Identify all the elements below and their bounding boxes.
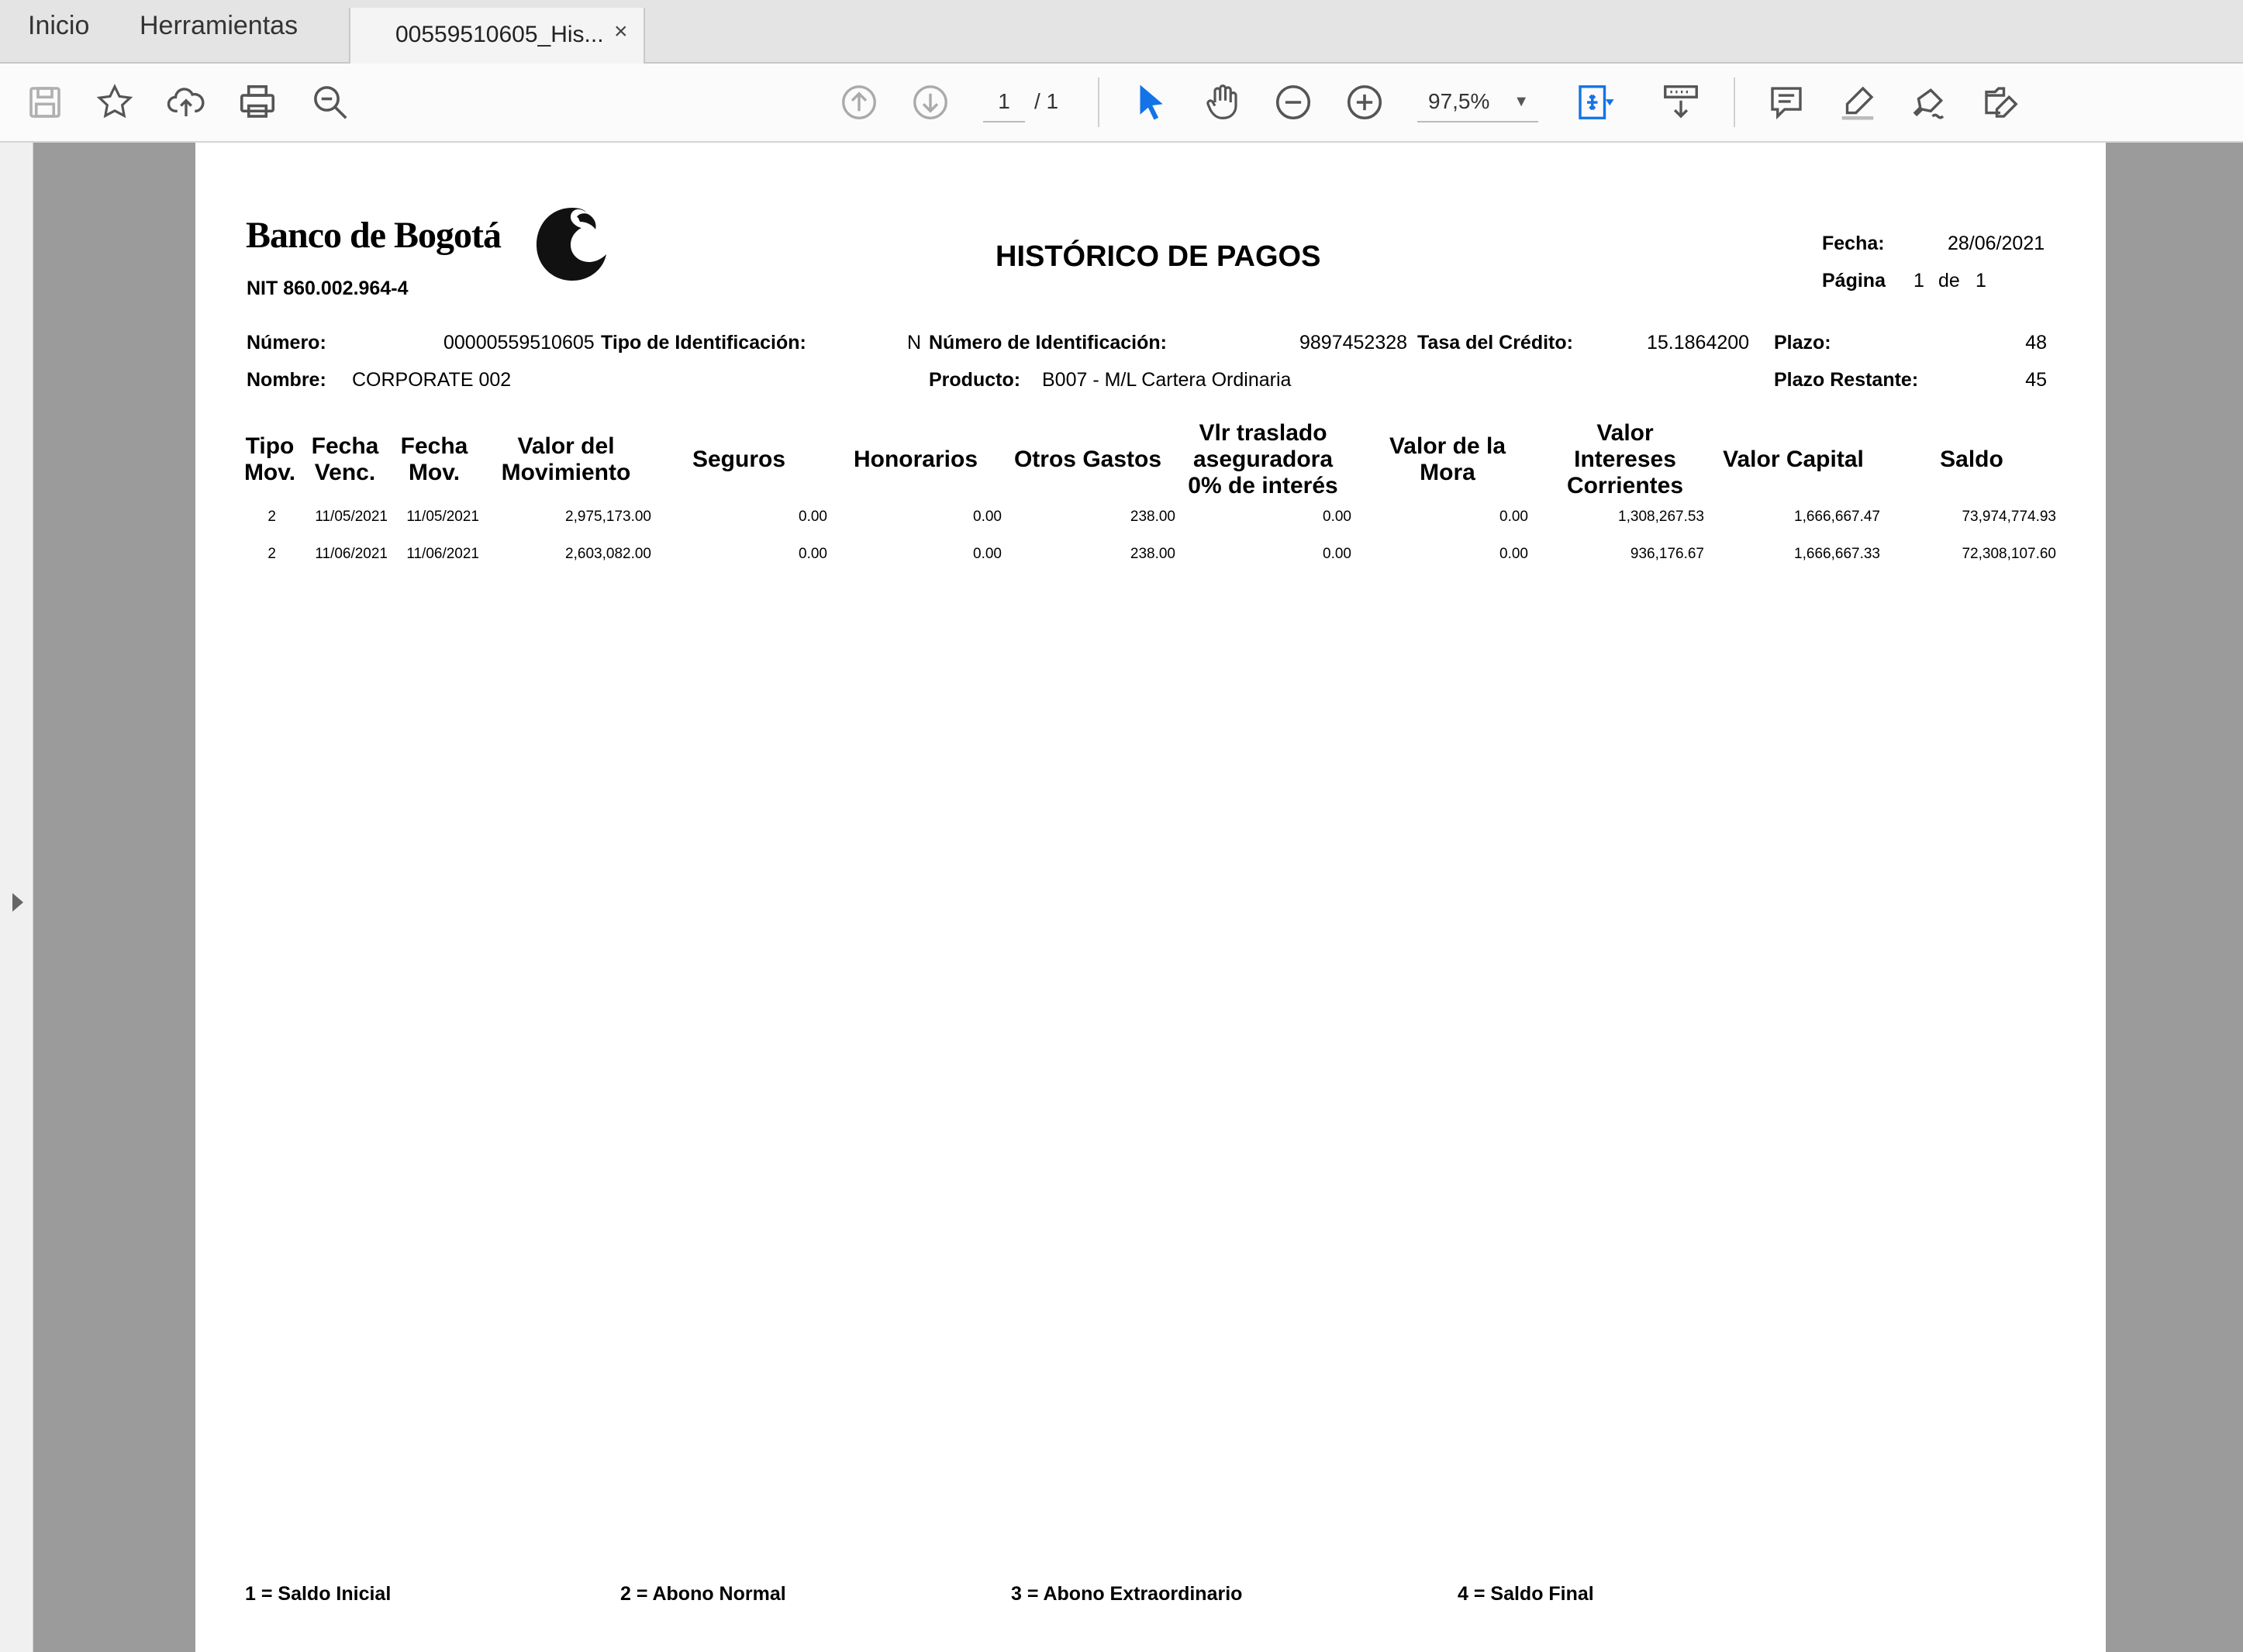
tab-home[interactable]: Inicio — [28, 11, 89, 41]
tab-tools[interactable]: Herramientas — [140, 11, 298, 41]
legend-item: 3 = Abono Extraordinario — [1011, 1583, 1243, 1605]
page-number-input[interactable]: 1 — [983, 82, 1025, 122]
zoom-in-icon[interactable] — [1341, 79, 1388, 126]
edit-icon[interactable] — [1977, 79, 2024, 126]
table-cell: 238.00 — [1130, 509, 1175, 525]
plazo-value: 48 — [2025, 332, 2047, 354]
plazo-restante-label: Plazo Restante: — [1774, 369, 1919, 391]
table-cell: 238.00 — [1130, 546, 1175, 562]
table-cell: 11/06/2021 — [406, 546, 479, 562]
bookmark-star-icon[interactable] — [91, 79, 138, 126]
bank-logo-icon — [537, 208, 606, 281]
find-zoom-icon[interactable] — [307, 79, 354, 126]
toolbar-divider — [1098, 78, 1099, 127]
tasa-value: 15.1864200 — [1647, 332, 1750, 354]
nombre-label: Nombre: — [247, 369, 326, 391]
table-column-header: Fecha Venc. — [311, 433, 379, 485]
table-cell: 2,975,173.00 — [565, 509, 651, 525]
numero-label: Número: — [247, 332, 326, 354]
pagina-total: 1 — [1976, 270, 1986, 291]
table-cell: 0.00 — [1323, 546, 1351, 562]
plazo-restante-value: 45 — [2025, 369, 2047, 391]
table-cell: 0.00 — [1499, 546, 1528, 562]
table-column-header: Seguros — [692, 447, 786, 472]
nombre-value: CORPORATE 002 — [352, 369, 512, 391]
expand-panel-icon[interactable] — [12, 893, 23, 912]
bank-logo-text: Banco de Bogotá — [246, 215, 502, 256]
legend-item: 4 = Saldo Final — [1458, 1583, 1594, 1605]
table-cell: 73,974,774.93 — [1962, 509, 2056, 525]
highlight-icon[interactable] — [1834, 79, 1881, 126]
table-cell: 0.00 — [799, 509, 827, 525]
table-column-header: Tipo Mov. — [243, 433, 296, 485]
table-column-header: Fecha Mov. — [400, 433, 468, 485]
table-cell: 0.00 — [973, 509, 1002, 525]
upload-cloud-icon[interactable] — [163, 79, 209, 126]
table-cell: 936,176.67 — [1630, 546, 1704, 562]
table-column-header: Vlr traslado aseguradora 0% de interés — [1188, 420, 1338, 498]
page-total: / 1 — [1034, 89, 1059, 113]
pagina-de: de — [1938, 270, 1960, 291]
table-cell: 0.00 — [973, 546, 1002, 562]
zoom-out-icon[interactable] — [1270, 79, 1316, 126]
table-cell: 1,308,267.53 — [1618, 509, 1704, 525]
fit-page-icon[interactable] — [1571, 79, 1617, 126]
scroll-mode-icon[interactable] — [1658, 79, 1704, 126]
table-column-header: Valor Intereses Corrientes — [1566, 420, 1684, 498]
table-column-header: Otros Gastos — [1013, 447, 1162, 472]
select-cursor-icon[interactable] — [1127, 79, 1174, 126]
tab-bar: Inicio Herramientas 00559510605_His... × — [0, 0, 2243, 64]
producto-label: Producto: — [929, 369, 1021, 391]
producto-value: B007 - M/L Cartera Ordinaria — [1042, 369, 1292, 391]
page-title: HISTÓRICO DE PAGOS — [996, 240, 1321, 273]
plazo-label: Plazo: — [1774, 332, 1831, 354]
fecha-value: 28/06/2021 — [1948, 233, 2045, 254]
page-down-icon[interactable] — [907, 79, 954, 126]
tipo-id-value: N — [907, 332, 922, 354]
tasa-label: Tasa del Crédito: — [1417, 332, 1573, 354]
tab-document-label: 00559510605_His... — [395, 22, 604, 47]
nit-text: NIT 860.002.964-4 — [247, 278, 409, 299]
tipo-id-label: Tipo de Identificación: — [601, 332, 806, 354]
chevron-down-icon: ▼ — [1513, 93, 1529, 110]
table-cell: 2,603,082.00 — [565, 546, 651, 562]
table-cell: 11/05/2021 — [406, 509, 479, 525]
sign-icon[interactable] — [1906, 79, 1952, 126]
pagina-number: 1 — [1913, 270, 1924, 291]
numero-value: 00000559510605 — [443, 332, 595, 354]
print-icon[interactable] — [234, 79, 281, 126]
tab-document[interactable]: 00559510605_His... × — [349, 8, 645, 64]
table-column-header: Honorarios — [853, 447, 978, 472]
zoom-level-value: 97,5% — [1428, 89, 1490, 113]
legend-item: 2 = Abono Normal — [620, 1583, 786, 1605]
hand-pan-icon[interactable] — [1199, 79, 1245, 126]
table-cell: 0.00 — [799, 546, 827, 562]
page-up-icon[interactable] — [836, 79, 882, 126]
table-cell: 1,666,667.47 — [1794, 509, 1880, 525]
pagina-label: Página — [1822, 270, 1886, 291]
table-cell: 72,308,107.60 — [1962, 546, 2056, 562]
table-cell: 1,666,667.33 — [1794, 546, 1880, 562]
table-column-header: Saldo — [1940, 447, 2003, 472]
table-column-header: Valor de la Mora — [1389, 433, 1506, 485]
num-id-label: Número de Identificación: — [929, 332, 1167, 354]
fecha-label: Fecha: — [1822, 233, 1885, 254]
legend-item: 1 = Saldo Inicial — [245, 1583, 392, 1605]
toolbar-divider — [1734, 78, 1735, 127]
table-column-header: Valor Capital — [1723, 447, 1864, 472]
table-cell: 0.00 — [1323, 509, 1351, 525]
close-tab-icon[interactable]: × — [614, 19, 628, 45]
num-id-value: 9897452328 — [1299, 332, 1408, 354]
comment-icon[interactable] — [1763, 79, 1810, 126]
zoom-level-select[interactable]: 97,5% ▼ — [1417, 82, 1538, 122]
table-column-header: Valor del Movimiento — [501, 433, 631, 485]
table-cell: 0.00 — [1499, 509, 1528, 525]
save-icon[interactable] — [22, 79, 68, 126]
toolbar: 1 / 1 97,5% ▼ — [0, 64, 2243, 143]
